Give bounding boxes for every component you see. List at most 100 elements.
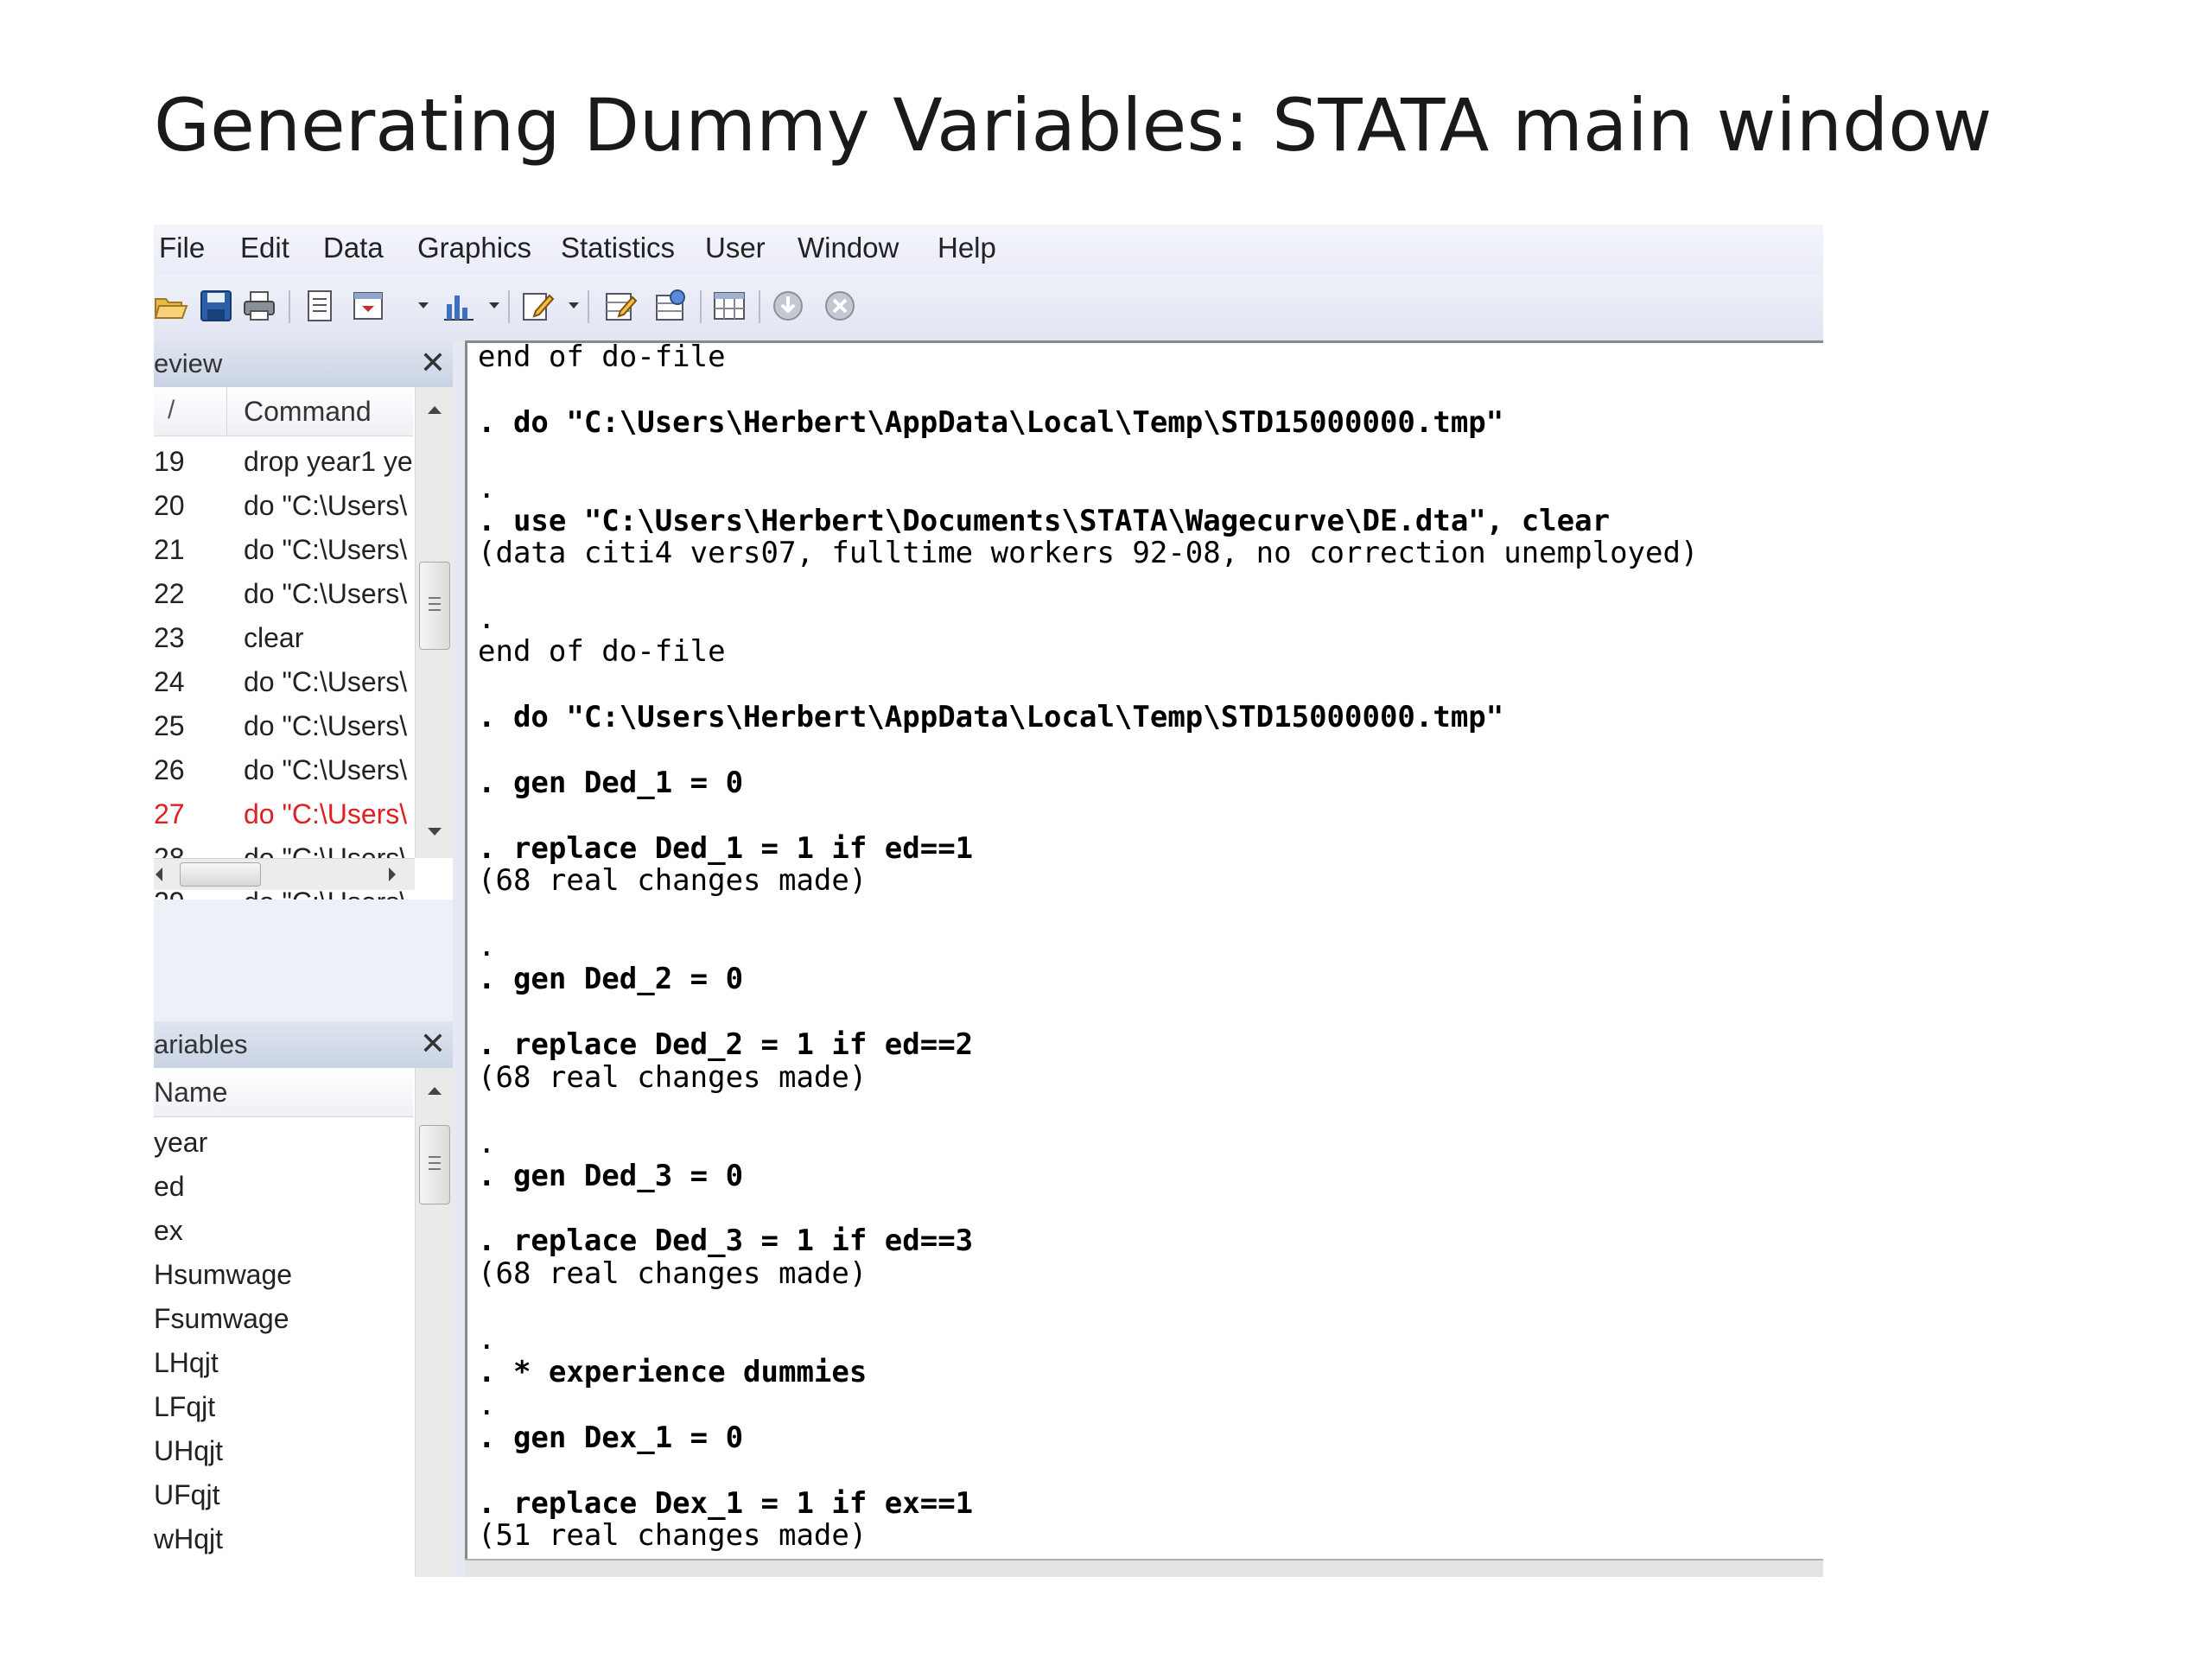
variable-row[interactable]: year bbox=[154, 1120, 413, 1164]
results-line: end of do-file bbox=[478, 634, 726, 669]
close-icon[interactable]: ✕ bbox=[420, 346, 446, 380]
review-row-command: do "C:\Users\ bbox=[244, 710, 408, 741]
scroll-up-icon[interactable] bbox=[428, 1087, 442, 1095]
menu-help[interactable]: Help bbox=[938, 232, 996, 264]
review-row[interactable]: 26 do "C:\Users\ bbox=[154, 747, 413, 791]
toolbar-separator bbox=[759, 290, 760, 323]
menu-graphics[interactable]: Graphics bbox=[417, 232, 531, 264]
variables-panel-header: ariables ✕ bbox=[154, 1021, 453, 1069]
menu-data[interactable]: Data bbox=[323, 232, 384, 264]
grip-line bbox=[429, 603, 441, 605]
menu-statistics[interactable]: Statistics bbox=[561, 232, 675, 264]
review-row-command: do "C:\Users\ bbox=[244, 578, 408, 609]
variable-name: ed bbox=[154, 1171, 185, 1202]
toolbar-separator bbox=[588, 290, 589, 323]
variable-row[interactable]: UHqjt bbox=[154, 1428, 413, 1472]
review-row[interactable]: 22 do "C:\Users\ bbox=[154, 571, 413, 615]
results-line: . * experience dummies bbox=[478, 1355, 868, 1389]
open-icon[interactable] bbox=[154, 289, 188, 323]
do-file-dropdown-icon[interactable] bbox=[569, 302, 579, 308]
splitter[interactable] bbox=[453, 340, 465, 1577]
variables-column-header[interactable]: Name bbox=[154, 1068, 413, 1117]
command-area[interactable] bbox=[465, 1559, 1823, 1577]
scroll-up-icon[interactable] bbox=[428, 406, 442, 414]
review-column-command: Command bbox=[244, 396, 372, 427]
review-panel-title: eview bbox=[154, 348, 223, 378]
results-line: . gen Dex_1 = 0 bbox=[478, 1421, 744, 1455]
results-line: . bbox=[478, 1388, 496, 1422]
more-icon[interactable] bbox=[771, 289, 805, 323]
do-file-editor-icon[interactable] bbox=[520, 289, 555, 323]
variables-manager-icon[interactable] bbox=[712, 289, 747, 323]
review-panel: / Command 19 drop year1 ye 20 do "C:\Users\… bbox=[154, 387, 453, 899]
review-row-number: 21 bbox=[154, 534, 185, 565]
results-line: (data citi4 vers07, fulltime workers 92-… bbox=[478, 536, 1699, 570]
variable-name: UHqjt bbox=[154, 1435, 224, 1466]
menu-user[interactable]: User bbox=[705, 232, 766, 264]
results-line: (51 real changes made) bbox=[478, 1518, 868, 1553]
review-row[interactable]: 24 do "C:\Users\ bbox=[154, 659, 413, 703]
scroll-thumb[interactable] bbox=[419, 562, 450, 650]
review-scrollbar[interactable] bbox=[415, 387, 453, 858]
review-row-number: 23 bbox=[154, 622, 185, 653]
variable-row[interactable]: ex bbox=[154, 1208, 413, 1252]
review-row[interactable]: 25 do "C:\Users\ bbox=[154, 703, 413, 747]
menu-edit[interactable]: Edit bbox=[240, 232, 289, 264]
close-icon[interactable]: ✕ bbox=[420, 1027, 446, 1061]
grip-line bbox=[429, 1168, 441, 1170]
variable-row[interactable]: ed bbox=[154, 1164, 413, 1208]
results-line: . use "C:\Users\Herbert\Documents\STATA\… bbox=[478, 504, 1611, 538]
results-line: . replace Ded_2 = 1 if ed==2 bbox=[478, 1027, 974, 1062]
review-row-number: 25 bbox=[154, 710, 185, 741]
hscroll-thumb[interactable] bbox=[180, 862, 261, 887]
grip-line bbox=[429, 1156, 441, 1158]
data-browser-icon[interactable] bbox=[653, 289, 688, 323]
print-icon[interactable] bbox=[242, 289, 276, 323]
menu-window[interactable]: Window bbox=[798, 232, 899, 264]
log-icon[interactable] bbox=[302, 289, 337, 323]
review-hscrollbar[interactable] bbox=[154, 858, 415, 890]
viewer-dropdown-icon[interactable] bbox=[418, 302, 429, 308]
scroll-left-icon[interactable] bbox=[156, 868, 162, 881]
variable-row[interactable]: UFqjt bbox=[154, 1472, 413, 1516]
review-row[interactable]: 27 do "C:\Users\ bbox=[154, 791, 413, 836]
variable-row[interactable]: Fsumwage bbox=[154, 1296, 413, 1340]
review-panel-header: eview ✕ bbox=[154, 340, 453, 388]
review-row-command: do "C:\Users\ bbox=[244, 534, 408, 565]
graph-dropdown-icon[interactable] bbox=[489, 302, 499, 308]
review-row-command: do "C:\Users\ bbox=[244, 754, 408, 785]
review-row[interactable]: 21 do "C:\Users\ bbox=[154, 527, 413, 571]
variable-name: Fsumwage bbox=[154, 1303, 289, 1334]
variables-panel-title: ariables bbox=[154, 1029, 248, 1059]
variable-row[interactable]: LHqjt bbox=[154, 1340, 413, 1384]
slide-title: Generating Dummy Variables: STATA main w… bbox=[154, 83, 1993, 168]
data-editor-icon[interactable] bbox=[603, 289, 638, 323]
review-row[interactable]: 19 drop year1 ye bbox=[154, 439, 413, 483]
scroll-down-icon[interactable] bbox=[428, 828, 442, 836]
variable-name: Hsumwage bbox=[154, 1259, 293, 1290]
review-row-command: drop year1 ye bbox=[244, 446, 413, 477]
scroll-thumb[interactable] bbox=[419, 1125, 450, 1205]
review-column-header[interactable]: / Command bbox=[154, 387, 413, 436]
graph-icon[interactable] bbox=[441, 289, 475, 323]
scroll-right-icon[interactable] bbox=[389, 868, 396, 881]
viewer-icon[interactable] bbox=[351, 289, 385, 323]
review-row-number: 27 bbox=[154, 798, 185, 830]
review-row[interactable]: 20 do "C:\Users\ bbox=[154, 483, 413, 527]
save-icon[interactable] bbox=[199, 289, 233, 323]
variable-name: UFqjt bbox=[154, 1479, 220, 1510]
variable-row[interactable]: Hsumwage bbox=[154, 1252, 413, 1296]
menu-file[interactable]: File bbox=[159, 232, 205, 264]
review-row[interactable]: 23 clear bbox=[154, 615, 413, 659]
variable-name: ex bbox=[154, 1215, 183, 1246]
results-window[interactable]: end of do-file . do "C:\Users\Herbert\App… bbox=[465, 340, 1823, 1561]
variable-row[interactable]: wHqjt bbox=[154, 1516, 413, 1560]
results-line: . bbox=[478, 1322, 496, 1357]
column-divider bbox=[226, 387, 227, 435]
review-row-number: 22 bbox=[154, 578, 185, 609]
results-line: . bbox=[478, 1126, 496, 1160]
break-icon[interactable] bbox=[823, 289, 857, 323]
variables-scrollbar[interactable] bbox=[415, 1068, 453, 1577]
variable-row[interactable]: LFqjt bbox=[154, 1384, 413, 1428]
results-line: . bbox=[478, 471, 496, 505]
